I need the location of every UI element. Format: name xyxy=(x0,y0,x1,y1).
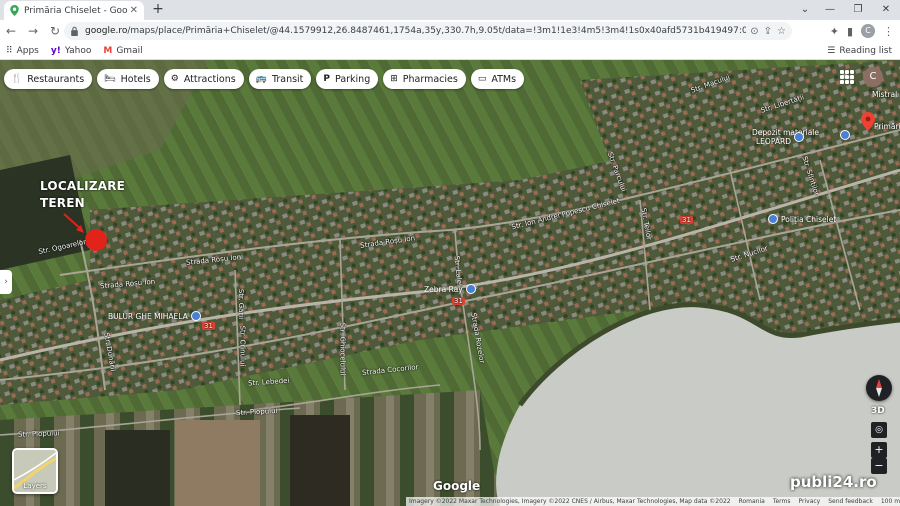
url-text: google.ro/maps/place/Primăria+Chiselet/@… xyxy=(85,26,747,36)
new-tab-icon[interactable]: + xyxy=(150,1,166,17)
compass-icon xyxy=(876,379,882,397)
place-pin-icon xyxy=(794,132,804,142)
browser-toolbar: ← → ↻ google.ro/maps/place/Primăria+Chis… xyxy=(0,20,900,42)
zoom-out-button[interactable]: − xyxy=(871,458,887,474)
menu-icon[interactable]: ⋮ xyxy=(883,25,894,38)
toolbar-right: ✦ ▮ C ⋮ xyxy=(830,22,894,40)
street-label: Str. Crinului xyxy=(238,325,247,367)
reading-list[interactable]: ☰ Reading list xyxy=(827,42,892,60)
profile-avatar[interactable]: C xyxy=(861,24,875,38)
location-annotation: LOCALIZARE TEREN xyxy=(40,179,126,210)
poi-politia[interactable]: Poliția Chiselet xyxy=(768,214,836,224)
my-location-button[interactable]: ◎ xyxy=(871,422,887,438)
poi-depozit[interactable]: Depozit materiale LEOPARD xyxy=(752,128,819,146)
poi-primaria[interactable]: Primăria xyxy=(874,122,900,131)
road-number-label: 31 xyxy=(680,216,693,224)
maps-pin-icon xyxy=(10,5,19,16)
chip-parking[interactable]: P Parking xyxy=(316,69,379,89)
police-icon xyxy=(768,214,778,224)
map-attribution: Imagery ©2022 Maxar Technologies, Imager… xyxy=(406,497,900,506)
place-pin-icon xyxy=(190,311,201,321)
sidebar-icon[interactable]: ▮ xyxy=(847,25,853,38)
pharmacy-icon: ⊞ xyxy=(390,74,398,84)
bookmark-star-icon[interactable]: ☆ xyxy=(777,26,786,37)
google-logo: Google xyxy=(433,479,481,493)
bookmark-gmail[interactable]: M Gmail xyxy=(103,46,142,56)
window-controls: ⌄ — ❐ ✕ xyxy=(794,0,900,20)
google-apps-icon[interactable] xyxy=(840,70,854,84)
hotel-icon: 🛏 xyxy=(104,74,116,84)
poi-mistral[interactable]: Mistral xyxy=(872,90,897,99)
tab-title: Primăria Chiselet - Google Maps xyxy=(24,5,127,16)
close-tab-icon[interactable]: ✕ xyxy=(130,5,138,16)
address-bar[interactable]: google.ro/maps/place/Primăria+Chiselet/@… xyxy=(64,22,792,40)
annotation-arrow-icon xyxy=(63,213,84,233)
forward-icon[interactable]: → xyxy=(22,20,44,42)
restore-icon[interactable]: ❐ xyxy=(844,0,872,20)
chip-transit[interactable]: 🚌 Transit xyxy=(248,69,312,89)
yahoo-icon: y! xyxy=(50,45,61,56)
chip-pharmacies[interactable]: ⊞ Pharmacies xyxy=(383,69,466,89)
chip-restaurants[interactable]: 🍴 Restaurants xyxy=(4,69,93,89)
reading-list-icon: ☰ xyxy=(827,46,836,56)
street-label: Str. Gării xyxy=(237,288,246,320)
layers-label: Layers xyxy=(23,482,47,490)
back-icon[interactable]: ← xyxy=(0,20,22,42)
transit-icon: 🚌 xyxy=(255,74,267,84)
browser-tab[interactable]: Primăria Chiselet - Google Maps ✕ xyxy=(4,1,144,20)
restaurant-icon: 🍴 xyxy=(11,74,23,84)
road-number-label: 31 xyxy=(202,322,215,330)
road-number-label: 31 xyxy=(452,297,465,305)
expand-side-panel-button[interactable]: › xyxy=(0,270,12,294)
lock-icon xyxy=(71,26,78,36)
layers-button[interactable]: Layers xyxy=(12,448,58,494)
minimize-icon[interactable]: — xyxy=(816,0,844,20)
place-pin-icon xyxy=(840,130,850,140)
reload-icon[interactable]: ↻ xyxy=(44,20,66,42)
bookmark-yahoo[interactable]: y! Yahoo xyxy=(51,46,91,56)
extensions-icon[interactable]: ✦ xyxy=(830,25,839,38)
map-profile-avatar[interactable]: C xyxy=(863,67,883,87)
close-window-icon[interactable]: ✕ xyxy=(872,0,900,20)
bookmark-apps[interactable]: ⠿ Apps xyxy=(6,46,39,56)
location-icon[interactable]: ⊙ xyxy=(750,26,758,37)
attraction-icon: ⚙ xyxy=(170,74,179,84)
category-chips: 🍴 Restaurants 🛏 Hotels ⚙ Attractions 🚌 Trans… xyxy=(4,69,525,89)
street-label: Str. Plopului xyxy=(17,429,60,439)
gmail-icon: M xyxy=(103,45,113,56)
chip-atms[interactable]: ▭ ATMs xyxy=(470,69,525,89)
street-label: Str. Ghiocelului xyxy=(338,322,347,376)
satellite-map[interactable]: 🍴 Restaurants 🛏 Hotels ⚙ Attractions 🚌 Trans… xyxy=(0,60,900,506)
tab-search-icon[interactable]: ⌄ xyxy=(794,0,816,20)
tilt-3d-button[interactable]: 3D xyxy=(871,406,885,416)
bookmarks-bar: ⠿ Apps y! Yahoo M Gmail ☰ Reading list xyxy=(0,42,900,60)
chip-attractions[interactable]: ⚙ Attractions xyxy=(163,69,244,89)
publi24-watermark: publi24.ro xyxy=(790,473,877,491)
atm-icon: ▭ xyxy=(477,74,487,84)
poi-bulur[interactable]: BULUR GHE MIHAELA xyxy=(108,311,201,321)
poi-zebra[interactable]: Zebra Ray xyxy=(424,284,476,294)
parking-icon: P xyxy=(323,74,331,84)
apps-grid-icon: ⠿ xyxy=(6,45,13,56)
chip-hotels[interactable]: 🛏 Hotels xyxy=(97,69,159,89)
place-pin-icon xyxy=(465,284,476,294)
share-icon[interactable]: ⇪ xyxy=(764,26,772,37)
tab-strip: Primăria Chiselet - Google Maps ✕ + ⌄ — … xyxy=(0,0,900,20)
zoom-in-button[interactable]: + xyxy=(871,442,887,458)
compass-button[interactable] xyxy=(866,375,892,401)
